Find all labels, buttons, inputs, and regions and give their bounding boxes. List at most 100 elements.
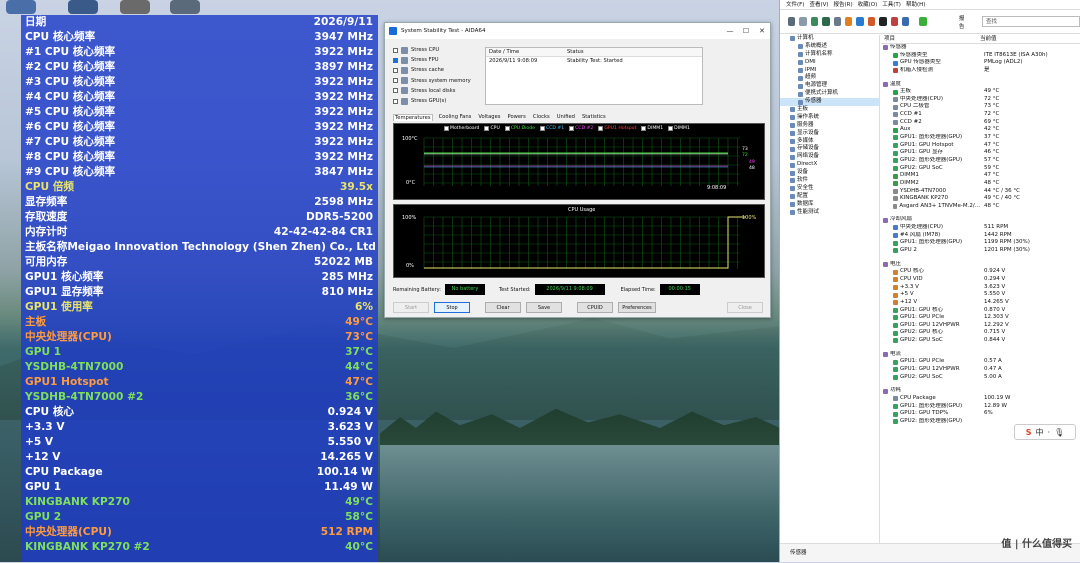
stress-checkbox[interactable]	[393, 47, 398, 53]
list-row[interactable]: GPU1: GPU TDP% 6%	[881, 410, 1080, 418]
legend-item[interactable]: GPU1 Hotspot	[598, 126, 636, 131]
list-section[interactable]: 冷却风扇	[881, 216, 1080, 224]
desktop-app-icon[interactable]	[68, 0, 98, 14]
legend-checkbox[interactable]	[444, 126, 449, 131]
list-row[interactable]: GPU2: GPU SoC 0.844 V	[881, 337, 1080, 345]
list-row[interactable]: GPU1: 图形处理器(GPU) 37 °C	[881, 134, 1080, 142]
list-row[interactable]: GPU2: GPU SoC 59 °C	[881, 165, 1080, 173]
gpu-icon[interactable]	[890, 17, 899, 26]
monitor-icon[interactable]	[902, 17, 910, 26]
stress-checkbox[interactable]	[393, 78, 398, 84]
list-row[interactable]: GPU1: 图形处理器(GPU) 1199 RPM (30%)	[881, 239, 1080, 247]
list-row[interactable]: CCD #2 69 °C	[881, 119, 1080, 127]
list-row[interactable]: GPU1: GPU 显存 46 °C	[881, 149, 1080, 157]
list-row[interactable]: YSDHB-4TN7000 44 °C / 36 °C	[881, 188, 1080, 196]
tab-clocks[interactable]: Clocks	[532, 114, 551, 121]
legend-item[interactable]: DIMM1	[668, 126, 690, 131]
list-row[interactable]: +3.3 V 3.623 V	[881, 284, 1080, 292]
list-section[interactable]: 电流	[881, 351, 1080, 359]
legend-item[interactable]: CPU	[484, 126, 500, 131]
legend-item[interactable]: CPU Diode	[504, 126, 535, 131]
refresh-icon[interactable]	[788, 17, 796, 26]
tree-node[interactable]: DMI	[780, 59, 879, 67]
list-row[interactable]: KINGBANK KP270 49 °C / 40 °C	[881, 195, 1080, 203]
stability-icon[interactable]	[856, 17, 864, 26]
list-row[interactable]: CPU 二极管 73 °C	[881, 103, 1080, 111]
close-icon[interactable]: ✕	[754, 23, 770, 39]
menu-item[interactable]: 查看(V)	[809, 0, 828, 9]
stress-option[interactable]: Stress CPU	[393, 45, 483, 55]
stress-option[interactable]: Stress system memory	[393, 76, 483, 86]
punct-icon[interactable]: ·	[1048, 428, 1051, 437]
disk-icon[interactable]	[833, 17, 842, 26]
list-row[interactable]: GPU2: 图形处理器(GPU) 57 °C	[881, 157, 1080, 165]
list-row[interactable]: CPU 核心 0.924 V	[881, 268, 1080, 276]
tree-node[interactable]: 软件	[780, 177, 879, 185]
clear-button[interactable]: Clear	[485, 302, 521, 313]
legend-item[interactable]: CCD #2	[569, 126, 593, 131]
cpuid-button[interactable]: CPUID	[577, 302, 613, 313]
list-row[interactable]: GPU1: GPU Hotspot 47 °C	[881, 142, 1080, 150]
menu-item[interactable]: 报告(R)	[834, 0, 853, 9]
close-button[interactable]: Close	[727, 302, 763, 313]
sogou-icon[interactable]: S	[1026, 428, 1032, 437]
tab-temperatures[interactable]: Temperatures	[393, 114, 433, 121]
ime-toolbar[interactable]: S 中 · 🎙	[1014, 424, 1076, 440]
tree-node[interactable]: 系统概述	[780, 43, 879, 51]
tree-node[interactable]: 计算机	[780, 35, 879, 43]
desktop-app-icon[interactable]	[120, 0, 150, 14]
stress-checkbox[interactable]	[393, 57, 398, 63]
list-row[interactable]: GPU1: GPU PCIe 12.303 V	[881, 314, 1080, 322]
list-row[interactable]: Asgard AN3+ 1TNVMe-M.2/... 48 °C	[881, 203, 1080, 211]
tree-node[interactable]: DirectX	[780, 161, 879, 169]
desktop-app-icon[interactable]	[170, 0, 200, 14]
tree-node[interactable]: 性能测试	[780, 209, 879, 217]
desktop-app-icon[interactable]	[6, 0, 36, 14]
tree-node[interactable]: 网络设备	[780, 153, 879, 161]
list-section[interactable]: 功耗	[881, 387, 1080, 395]
legend-checkbox[interactable]	[641, 126, 647, 131]
list-row[interactable]: +12 V 14.265 V	[881, 299, 1080, 307]
legend-checkbox[interactable]	[504, 126, 510, 131]
preferences-button[interactable]: Preferences	[618, 302, 656, 313]
col-item[interactable]: 项目	[881, 35, 980, 43]
tree-node[interactable]: 操作系统	[780, 114, 879, 122]
tree-node[interactable]: 数据库	[780, 201, 879, 209]
search-input[interactable]: 查找	[981, 16, 1080, 27]
list-section[interactable]: 温度	[881, 81, 1080, 89]
ime-mode[interactable]: 中	[1036, 427, 1044, 438]
mic-icon[interactable]: 🎙	[1054, 428, 1064, 437]
list-row[interactable]: GPU1: GPU 核心 0.870 V	[881, 307, 1080, 315]
tree-node[interactable]: 显示设备	[780, 130, 879, 138]
cache-icon[interactable]	[867, 17, 876, 26]
legend-item[interactable]: CCD #1	[539, 126, 564, 131]
start-button[interactable]: Start	[393, 302, 429, 313]
tab-powers[interactable]: Powers	[507, 114, 527, 121]
list-row[interactable]: GPU1: 图形处理器(GPU) 12.89 W	[881, 403, 1080, 411]
tree-node[interactable]: 传感器	[780, 98, 879, 107]
list-row[interactable]: CPU Package 100.19 W	[881, 395, 1080, 403]
list-row[interactable]: GPU1: GPU 12VHPWR 12.292 V	[881, 322, 1080, 330]
legend-checkbox[interactable]	[484, 126, 490, 131]
tab-unified[interactable]: Unified	[556, 114, 576, 121]
list-row[interactable]: Aux 42 °C	[881, 126, 1080, 134]
tree-node[interactable]: IPMI	[780, 67, 879, 75]
tree-node[interactable]: 主板	[780, 106, 879, 114]
list-row[interactable]: GPU 2 1201 RPM (30%)	[881, 247, 1080, 255]
stress-option[interactable]: Stress local disks	[393, 86, 483, 96]
list-row[interactable]: #4 风扇 (IM78) 1442 RPM	[881, 232, 1080, 240]
list-row[interactable]: CPU VID 0.294 V	[881, 276, 1080, 284]
list-row[interactable]: DIMM2 48 °C	[881, 180, 1080, 188]
tree-node[interactable]: 计算机名称	[780, 51, 879, 59]
menu-item[interactable]: 工具(T)	[882, 0, 901, 9]
col-value[interactable]: 当前值	[980, 35, 997, 43]
tree-node[interactable]: 服务器	[780, 122, 879, 130]
list-row[interactable]: 机箱入侵检测 是	[881, 67, 1080, 75]
window-titlebar[interactable]: System Stability Test - AIDA64 — ☐ ✕	[385, 23, 770, 39]
tab-cooling-fans[interactable]: Cooling Fans	[438, 114, 473, 121]
save-button[interactable]: Save	[526, 302, 562, 313]
menu-item[interactable]: 文件(F)	[786, 0, 804, 9]
tree-node[interactable]: 便携式计算机	[780, 90, 879, 98]
list-row[interactable]: GPU2: GPU 核心 0.715 V	[881, 329, 1080, 337]
aida64-stability-window[interactable]: System Stability Test - AIDA64 — ☐ ✕ Str…	[384, 22, 771, 318]
